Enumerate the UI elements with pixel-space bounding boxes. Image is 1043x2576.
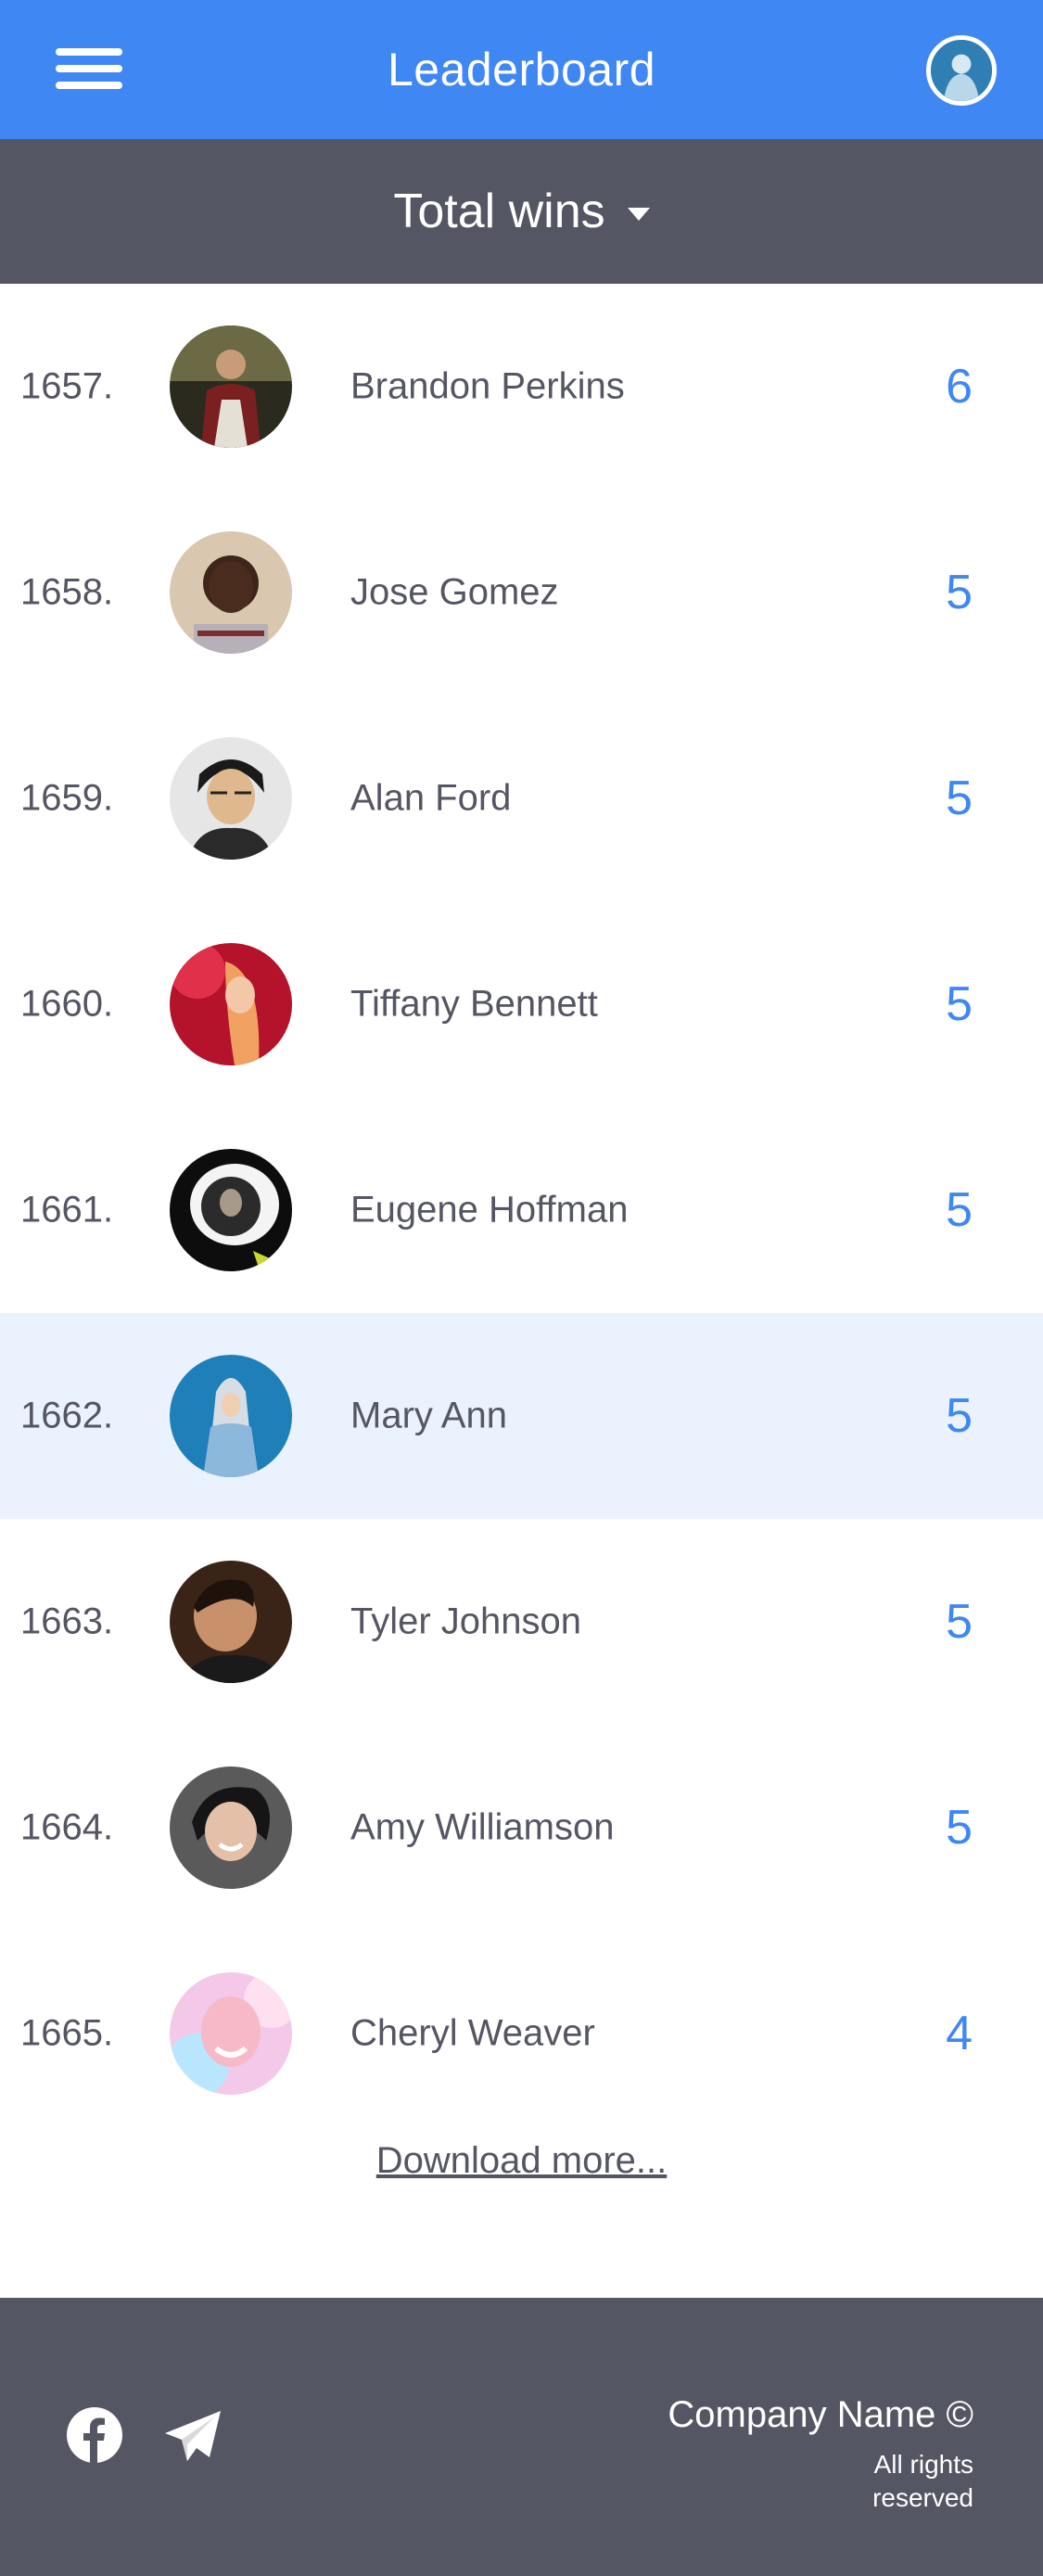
- leaderboard-row[interactable]: 1660. Tiffany Bennett 5: [0, 901, 1043, 1107]
- leaderboard-app: Leaderboard Total wins 1657. Brandon Per…: [0, 0, 1043, 2576]
- player-name: Cheryl Weaver: [350, 2012, 595, 2054]
- player-name: Tiffany Bennett: [350, 983, 598, 1025]
- sort-dropdown[interactable]: Total wins: [0, 139, 1043, 284]
- rank: 1661.: [20, 1189, 114, 1231]
- score: 5: [946, 772, 973, 825]
- caret-down-icon: [627, 208, 650, 221]
- player-name: Alan Ford: [350, 777, 512, 819]
- rank: 1664.: [20, 1806, 114, 1848]
- rank: 1660.: [20, 983, 114, 1025]
- score: 5: [946, 566, 973, 619]
- score: 5: [946, 1389, 973, 1443]
- avatar: [170, 1766, 292, 1889]
- leaderboard-row[interactable]: 1663. Tyler Johnson 5: [0, 1519, 1043, 1725]
- rights-line-2: reserved: [872, 2483, 973, 2512]
- company-name: Company Name ©: [668, 2394, 973, 2435]
- player-name: Mary Ann: [350, 1395, 507, 1436]
- page-title: Leaderboard: [387, 44, 656, 96]
- leaderboard-row[interactable]: 1661. Eugene Hoffman 5: [0, 1107, 1043, 1313]
- avatar: [170, 1149, 292, 1271]
- leaderboard-row-current-user[interactable]: 1662. Mary Ann 5: [0, 1313, 1043, 1519]
- leaderboard-row[interactable]: 1664. Amy Williamson 5: [0, 1725, 1043, 1931]
- player-name: Brandon Perkins: [350, 365, 625, 407]
- leaderboard-row[interactable]: 1658. Jose Gomez 5: [0, 490, 1043, 695]
- avatar: [170, 1355, 292, 1477]
- leaderboard-list: 1657. Brandon Perkins 6 1658. Jose Gomez…: [0, 284, 1043, 2136]
- download-more-link[interactable]: Download more...: [376, 2140, 667, 2181]
- leaderboard-row[interactable]: 1665. Cheryl Weaver 4: [0, 1931, 1043, 2136]
- score: 6: [946, 360, 973, 414]
- player-name: Jose Gomez: [350, 571, 559, 613]
- avatar: [170, 737, 292, 860]
- score: 5: [946, 1801, 973, 1855]
- leaderboard-row[interactable]: 1659. Alan Ford 5: [0, 695, 1043, 901]
- rank: 1659.: [20, 777, 114, 819]
- avatar: [170, 1972, 292, 2095]
- telegram-icon[interactable]: [163, 2409, 223, 2463]
- score: 4: [946, 2007, 973, 2060]
- rights-text: All rights reserved: [788, 2448, 973, 2515]
- user-avatar[interactable]: [926, 35, 997, 106]
- player-name: Tyler Johnson: [350, 1600, 582, 1642]
- leaderboard-row[interactable]: 1657. Brandon Perkins 6: [0, 284, 1043, 490]
- facebook-icon[interactable]: [67, 2407, 122, 2463]
- sort-label: Total wins: [393, 185, 605, 238]
- rank: 1657.: [20, 365, 114, 407]
- download-more: Download more...: [0, 2140, 1043, 2182]
- avatar: [170, 531, 292, 654]
- rank: 1665.: [20, 2012, 114, 2054]
- player-name: Amy Williamson: [350, 1806, 615, 1848]
- footer: [0, 2298, 1043, 2576]
- score: 5: [946, 1595, 973, 1649]
- player-name: Eugene Hoffman: [350, 1189, 629, 1231]
- avatar: [170, 943, 292, 1065]
- rank: 1662.: [20, 1395, 114, 1436]
- hamburger-menu-icon[interactable]: [56, 48, 122, 89]
- rights-line-1: All rights: [873, 2450, 973, 2479]
- score: 5: [946, 977, 973, 1031]
- rank: 1663.: [20, 1600, 114, 1642]
- avatar: [170, 325, 292, 448]
- rank: 1658.: [20, 571, 114, 613]
- app-header: Leaderboard: [0, 0, 1043, 139]
- score: 5: [946, 1183, 973, 1237]
- avatar: [170, 1561, 292, 1683]
